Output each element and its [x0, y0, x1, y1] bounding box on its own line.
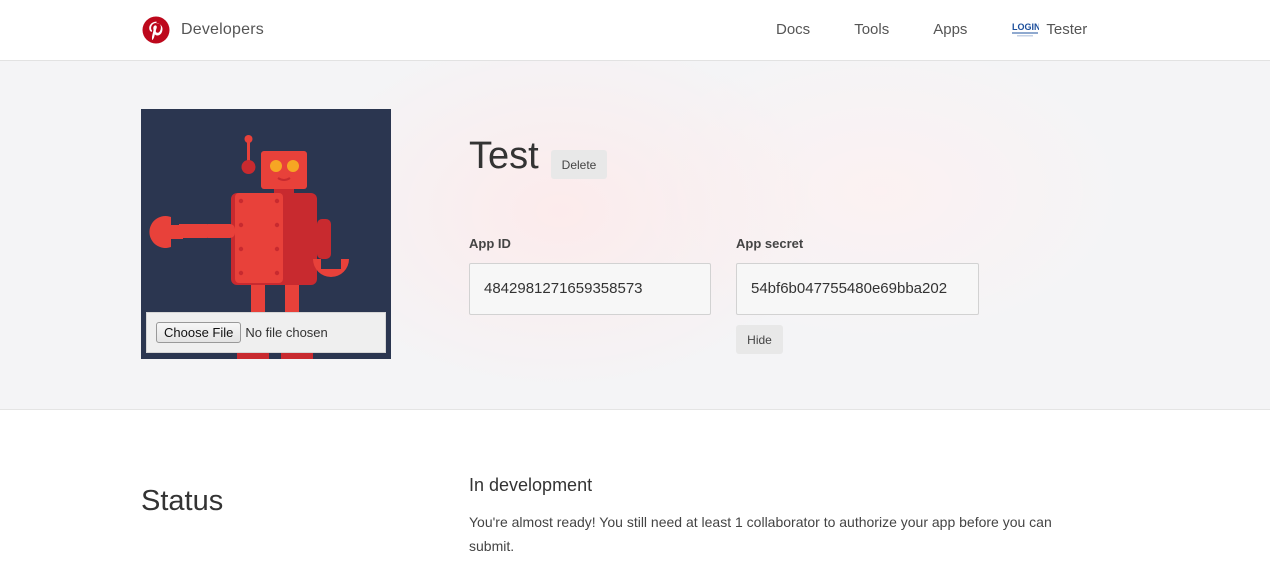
main-nav: Docs Tools Apps LOGIN Tester	[776, 20, 1087, 38]
hide-secret-button[interactable]: Hide	[736, 325, 783, 354]
app-image: Choose File No file chosen	[141, 109, 391, 359]
user-menu[interactable]: LOGIN Tester	[1011, 20, 1087, 38]
app-secret-field[interactable]: 54bf6b047755480e69bba202	[736, 263, 979, 315]
nav-docs-link[interactable]: Docs	[776, 21, 810, 38]
nav-tools-link[interactable]: Tools	[854, 21, 889, 38]
nav-apps-link[interactable]: Apps	[933, 21, 967, 38]
user-avatar-icon[interactable]: LOGIN	[1011, 20, 1040, 38]
svg-text:LOGIN: LOGIN	[1012, 22, 1039, 32]
app-id-field[interactable]: 4842981271659358573	[469, 263, 711, 315]
delete-app-button[interactable]: Delete	[551, 150, 607, 179]
file-upload-input[interactable]: Choose File No file chosen	[146, 312, 386, 353]
pinterest-logo-icon[interactable]	[142, 16, 170, 44]
app-details-panel: Choose File No file chosen Test Delete A…	[0, 61, 1270, 410]
app-title: Test	[469, 135, 539, 177]
app-secret-label: App secret	[736, 236, 804, 251]
choose-file-button[interactable]: Choose File	[156, 322, 242, 343]
file-status-text: No file chosen	[245, 325, 328, 340]
user-name[interactable]: Tester	[1046, 21, 1087, 38]
brand-name[interactable]: Developers	[181, 21, 264, 39]
status-description: You're almost ready! You still need at l…	[469, 514, 1052, 554]
app-id-label: App ID	[469, 236, 511, 251]
status-title: In development	[469, 475, 593, 495]
brand-link[interactable]: Developers	[142, 15, 264, 45]
status-section-heading: Status	[141, 485, 224, 517]
top-navigation-bar: Developers Docs Tools Apps LOGIN Tester	[0, 0, 1270, 61]
